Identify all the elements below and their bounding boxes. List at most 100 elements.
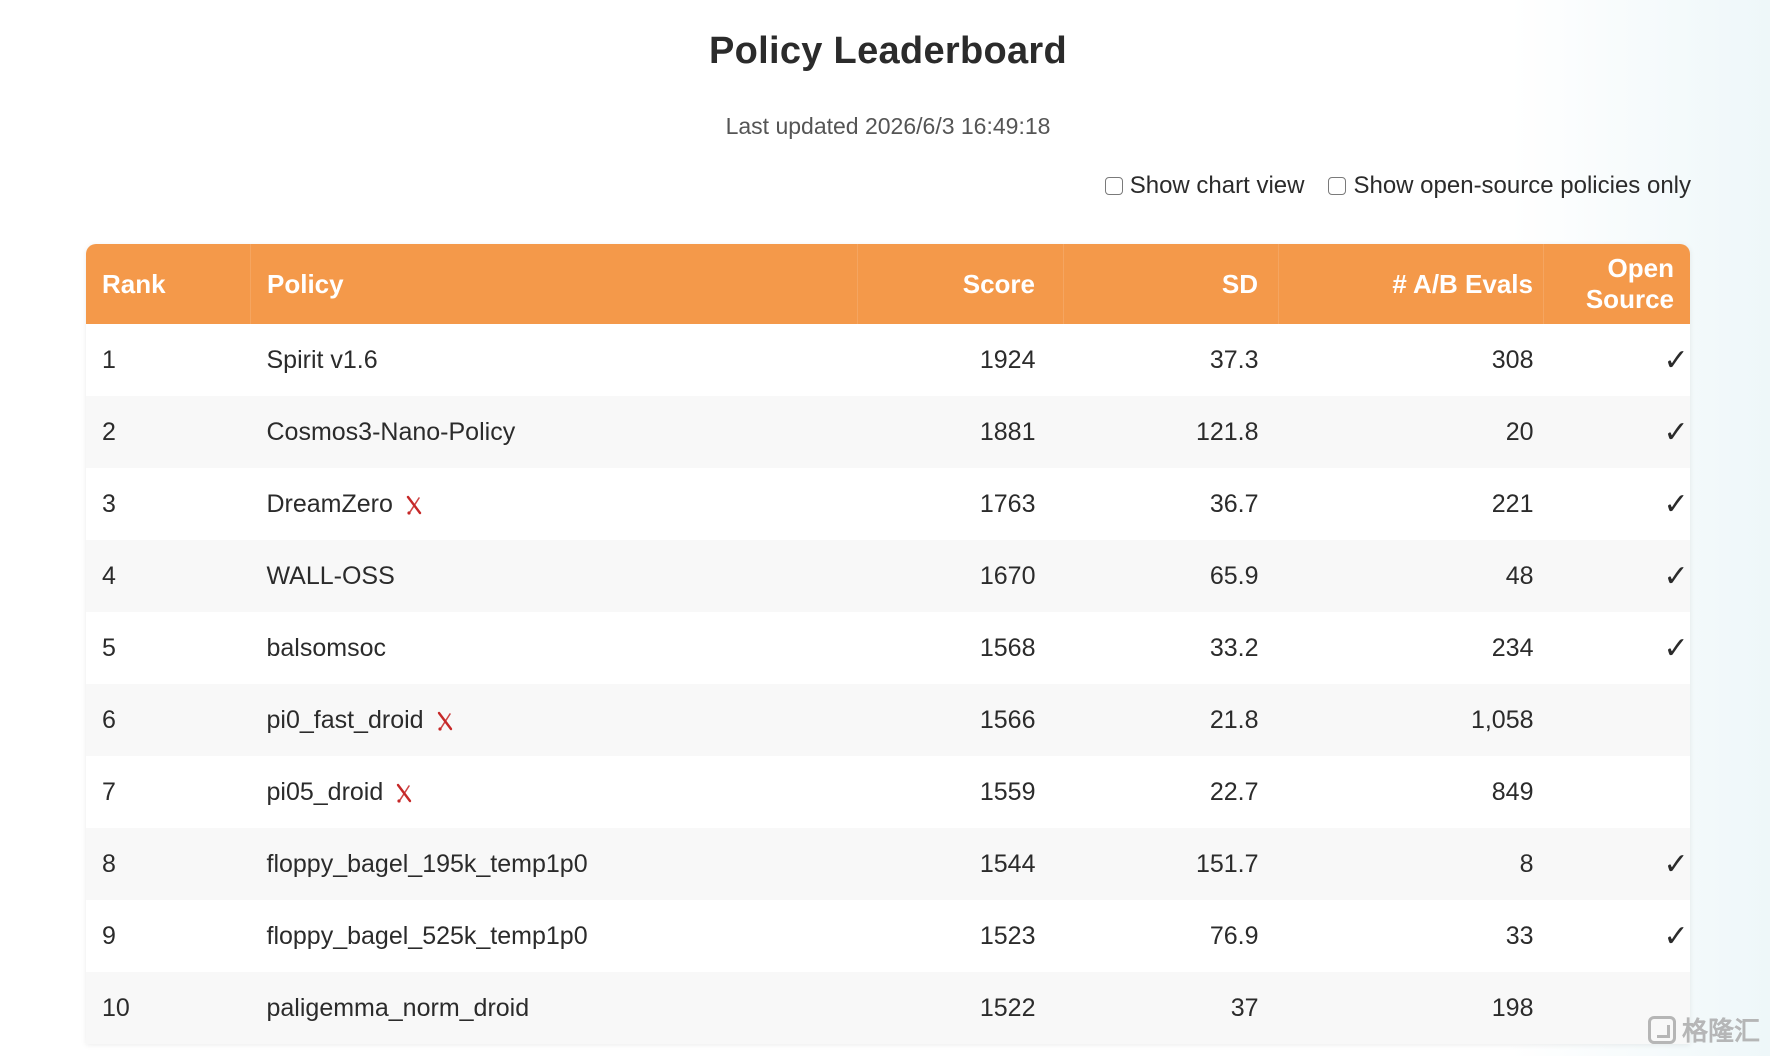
sd-cell: 22.7 [1209, 777, 1259, 806]
policy-name: Spirit v1.6 [266, 345, 378, 374]
x-mark-icon [406, 495, 422, 515]
open-source-cell: ✓ [1544, 540, 1691, 612]
policy-name: floppy_bagel_195k_temp1p0 [266, 849, 588, 878]
watermark: 格隆汇 [1647, 1011, 1760, 1048]
ab-evals-cell: 308 [1491, 345, 1534, 374]
ab-evals-cell: 221 [1491, 489, 1534, 518]
rank-cell: 5 [102, 633, 116, 662]
table-row[interactable]: 10 paligemma_norm_droid 1522 37 198 [86, 972, 1690, 1044]
chart-view-toggle[interactable]: Show chart view [1104, 172, 1305, 200]
policy-name: balsomsoc [266, 633, 387, 662]
checkmark-icon: ✓ [1663, 630, 1689, 666]
view-controls: Show chart view Show open-source policie… [1081, 172, 1691, 200]
policy-cell: DreamZero [251, 468, 858, 540]
open-source-cell [1544, 756, 1691, 828]
open-source-cell: ✓ [1544, 828, 1691, 900]
policy-name: WALL-OSS [266, 561, 395, 590]
ab-evals-cell: 198 [1491, 993, 1534, 1022]
table-row[interactable]: 2 Cosmos3-Nano-Policy 1881 121.8 20 ✓ [86, 396, 1690, 468]
ab-evals-cell: 8 [1519, 849, 1534, 878]
rank-cell: 9 [102, 921, 116, 950]
rank-cell: 6 [102, 705, 116, 734]
score-cell: 1568 [979, 633, 1036, 662]
sd-cell: 33.2 [1209, 633, 1259, 662]
rank-cell: 3 [102, 489, 116, 518]
score-cell: 1670 [979, 561, 1036, 590]
sd-cell: 21.8 [1209, 705, 1259, 734]
chart-view-label: Show chart view [1129, 172, 1305, 199]
x-mark-icon [437, 711, 452, 731]
policy-cell: Spirit v1.6 [251, 324, 858, 396]
sd-cell: 121.8 [1195, 417, 1259, 446]
policy-cell: pi0_fast_droid [251, 684, 858, 756]
policy-name: DreamZero [266, 489, 393, 518]
policy-name: paligemma_norm_droid [266, 993, 530, 1022]
sd-cell: 36.7 [1209, 489, 1259, 518]
page-title: Policy Leaderboard [708, 30, 1068, 72]
table-row[interactable]: 1 Spirit v1.6 1924 37.3 308 ✓ [86, 324, 1690, 396]
policy-cell: floppy_bagel_195k_temp1p0 [251, 828, 858, 900]
table-row[interactable]: 6 pi0_fast_droid 1566 21.8 1,058 [86, 684, 1690, 756]
table-row[interactable]: 8 floppy_bagel_195k_temp1p0 1544 151.7 8 ✓ [86, 828, 1690, 900]
checkmark-icon: ✓ [1663, 486, 1689, 522]
open-source-cell [1544, 684, 1691, 756]
sd-cell: 76.9 [1209, 921, 1259, 950]
open-source-cell: ✓ [1544, 612, 1691, 684]
policy-cell: WALL-OSS [251, 540, 858, 612]
last-updated-text: Last updated 2026/6/3 16:49:18 [725, 113, 1051, 139]
sd-cell: 65.9 [1209, 561, 1259, 590]
leaderboard-table: Rank Policy Score SD # A/B Evals Open So… [86, 244, 1690, 1044]
score-cell: 1544 [979, 849, 1036, 878]
open-source-cell: ✓ [1544, 900, 1691, 972]
sd-cell: 151.7 [1195, 849, 1259, 878]
header-rank[interactable]: Rank [86, 244, 251, 324]
score-cell: 1763 [979, 489, 1036, 518]
rank-cell: 10 [102, 993, 130, 1022]
ab-evals-cell: 48 [1505, 561, 1534, 590]
table-row[interactable]: 9 floppy_bagel_525k_temp1p0 1523 76.9 33 ✓ [86, 900, 1690, 972]
watermark-text: 格隆汇 [1681, 1016, 1760, 1046]
header-sd[interactable]: SD [1063, 244, 1279, 324]
table-body: 1 Spirit v1.6 1924 37.3 308 ✓ 2 Cosmos3-Nano-Po… [86, 324, 1690, 1044]
ab-evals-cell: 1,058 [1470, 705, 1534, 734]
chart-view-checkbox[interactable] [1104, 177, 1123, 195]
header-policy[interactable]: Policy [250, 244, 858, 324]
watermark-logo-icon [1647, 1015, 1676, 1044]
policy-name: pi0_fast_droid [266, 705, 424, 734]
open-source-filter-label: Show open-source policies only [1353, 172, 1691, 199]
policy-name: pi05_droid [266, 777, 384, 806]
open-source-cell: ✓ [1544, 324, 1691, 396]
score-cell: 1881 [979, 417, 1036, 446]
rank-cell: 8 [102, 849, 116, 878]
policy-cell: floppy_bagel_525k_temp1p0 [251, 900, 858, 972]
checkmark-icon: ✓ [1663, 558, 1689, 594]
leaderboard-table-container: Rank Policy Score SD # A/B Evals Open So… [86, 244, 1690, 1044]
table-row[interactable]: 3 DreamZero 1763 36.7 221 ✓ [86, 468, 1690, 540]
open-source-filter-toggle[interactable]: Show open-source policies only [1328, 172, 1691, 200]
table-row[interactable]: 5 balsomsoc 1568 33.2 234 ✓ [86, 612, 1690, 684]
x-mark-icon [397, 783, 412, 803]
score-cell: 1559 [979, 777, 1036, 806]
header-open-source[interactable]: Open Source [1544, 244, 1691, 324]
ab-evals-cell: 849 [1491, 777, 1534, 806]
rank-cell: 1 [102, 345, 116, 374]
header-ab-evals[interactable]: # A/B Evals [1278, 244, 1544, 324]
table-header-row: Rank Policy Score SD # A/B Evals Open So… [86, 244, 1690, 324]
open-source-cell: ✓ [1544, 396, 1691, 468]
ab-evals-cell: 234 [1491, 633, 1534, 662]
sd-cell: 37 [1230, 993, 1259, 1022]
header-score[interactable]: Score [857, 244, 1064, 324]
score-cell: 1566 [979, 705, 1036, 734]
rank-cell: 7 [102, 777, 116, 806]
ab-evals-cell: 20 [1505, 417, 1534, 446]
rank-cell: 4 [102, 561, 116, 590]
table-row[interactable]: 7 pi05_droid 1559 22.7 849 [86, 756, 1690, 828]
open-source-checkbox[interactable] [1328, 177, 1347, 195]
policy-cell: paligemma_norm_droid [251, 972, 858, 1044]
checkmark-icon: ✓ [1663, 846, 1689, 882]
checkmark-icon: ✓ [1663, 414, 1689, 450]
table-row[interactable]: 4 WALL-OSS 1670 65.9 48 ✓ [86, 540, 1690, 612]
policy-cell: Cosmos3-Nano-Policy [251, 396, 858, 468]
score-cell: 1523 [979, 921, 1036, 950]
score-cell: 1924 [979, 345, 1036, 374]
